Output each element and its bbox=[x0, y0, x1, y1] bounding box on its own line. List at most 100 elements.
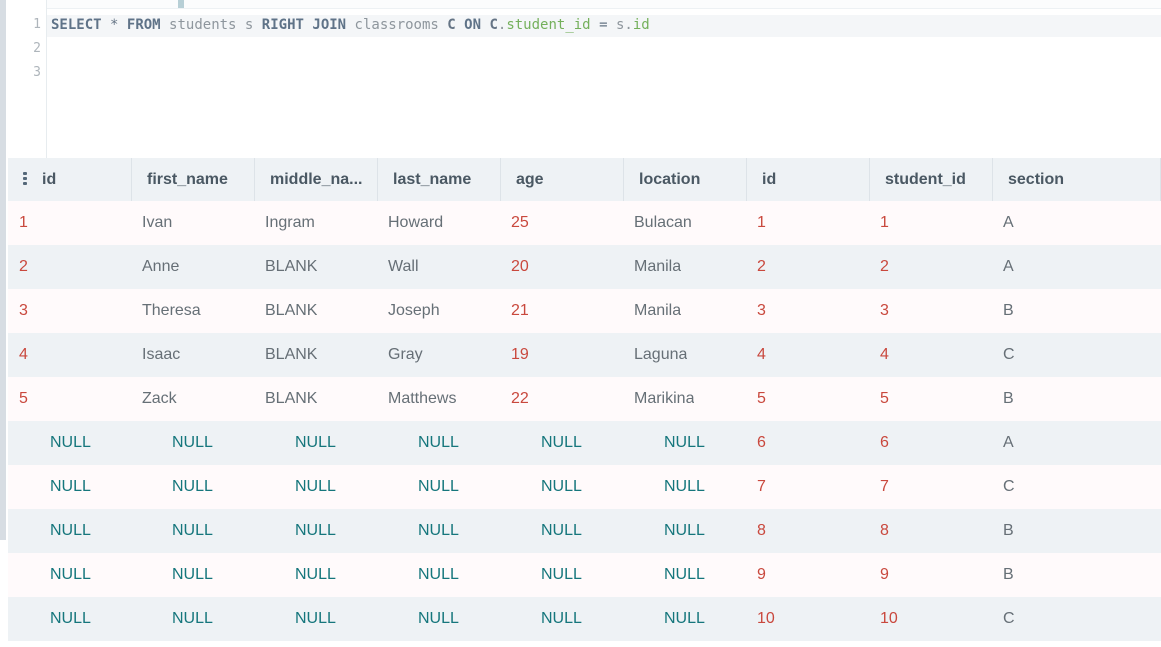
table-cell[interactable]: A bbox=[1003, 245, 1014, 289]
table-cell[interactable]: NULL bbox=[172, 509, 213, 553]
table-cell[interactable]: 9 bbox=[757, 553, 766, 597]
table-cell[interactable]: 4 bbox=[757, 333, 766, 377]
table-cell[interactable]: NULL bbox=[295, 597, 336, 641]
table-cell[interactable]: NULL bbox=[418, 465, 459, 509]
table-cell[interactable]: Laguna bbox=[634, 333, 687, 377]
table-cell[interactable]: NULL bbox=[541, 465, 582, 509]
table-cell[interactable]: B bbox=[1003, 553, 1014, 597]
table-row[interactable]: 1 Ivan Ingram Howard 25 Bulacan 1 1 A bbox=[8, 201, 1161, 245]
table-cell[interactable]: C bbox=[1003, 597, 1015, 641]
column-header-last_name[interactable]: last_name bbox=[378, 158, 501, 201]
table-cell[interactable]: Ingram bbox=[265, 201, 315, 245]
table-cell[interactable]: NULL bbox=[295, 421, 336, 465]
table-cell[interactable]: BLANK bbox=[265, 377, 317, 421]
table-cell[interactable]: 8 bbox=[880, 509, 889, 553]
table-cell[interactable]: NULL bbox=[172, 597, 213, 641]
table-cell[interactable]: Manila bbox=[634, 289, 681, 333]
table-cell[interactable]: C bbox=[1003, 333, 1015, 377]
table-cell[interactable]: NULL bbox=[664, 421, 705, 465]
table-cell[interactable]: 25 bbox=[511, 201, 529, 245]
table-cell[interactable]: 22 bbox=[511, 377, 529, 421]
table-row[interactable]: NULL NULL NULL NULL NULL NULL 10 10 C bbox=[8, 597, 1161, 641]
table-cell[interactable]: NULL bbox=[418, 421, 459, 465]
table-cell[interactable]: 1 bbox=[880, 201, 889, 245]
table-cell[interactable]: 20 bbox=[511, 245, 529, 289]
table-cell[interactable]: NULL bbox=[664, 553, 705, 597]
table-row[interactable]: 2 Anne BLANK Wall 20 Manila 2 2 A bbox=[8, 245, 1161, 289]
table-cell[interactable]: 21 bbox=[511, 289, 529, 333]
table-cell[interactable]: NULL bbox=[295, 465, 336, 509]
table-cell[interactable]: NULL bbox=[50, 509, 91, 553]
table-cell[interactable]: 5 bbox=[880, 377, 889, 421]
table-cell[interactable]: 2 bbox=[19, 245, 28, 289]
table-cell[interactable]: B bbox=[1003, 289, 1014, 333]
column-header-section[interactable]: section bbox=[993, 158, 1161, 201]
table-cell[interactable]: 6 bbox=[880, 421, 889, 465]
column-header-location[interactable]: location bbox=[624, 158, 747, 201]
table-row[interactable]: NULL NULL NULL NULL NULL NULL 7 7 C bbox=[8, 465, 1161, 509]
table-cell[interactable]: Wall bbox=[388, 245, 419, 289]
column-header-middle_na[interactable]: middle_na... bbox=[255, 158, 378, 201]
table-cell[interactable]: NULL bbox=[418, 509, 459, 553]
table-cell[interactable]: Theresa bbox=[142, 289, 201, 333]
table-cell[interactable]: NULL bbox=[295, 553, 336, 597]
table-cell[interactable]: 5 bbox=[19, 377, 28, 421]
table-cell[interactable]: 2 bbox=[757, 245, 766, 289]
table-cell[interactable]: 4 bbox=[19, 333, 28, 377]
column-header-id[interactable]: id bbox=[17, 158, 132, 201]
table-cell[interactable]: BLANK bbox=[265, 333, 317, 377]
table-cell[interactable]: Ivan bbox=[142, 201, 172, 245]
table-cell[interactable]: 1 bbox=[19, 201, 28, 245]
table-cell[interactable]: Howard bbox=[388, 201, 443, 245]
table-cell[interactable]: 7 bbox=[880, 465, 889, 509]
table-cell[interactable]: NULL bbox=[664, 597, 705, 641]
table-cell[interactable]: NULL bbox=[418, 553, 459, 597]
table-cell[interactable]: 4 bbox=[880, 333, 889, 377]
table-cell[interactable]: Anne bbox=[142, 245, 179, 289]
table-cell[interactable]: Matthews bbox=[388, 377, 456, 421]
column-header-first_name[interactable]: first_name bbox=[132, 158, 255, 201]
table-cell[interactable]: B bbox=[1003, 377, 1014, 421]
table-cell[interactable]: NULL bbox=[172, 421, 213, 465]
sql-editor[interactable]: 1 2 3 SELECT * FROM students s RIGHT JOI… bbox=[8, 0, 1161, 158]
table-cell[interactable]: 10 bbox=[757, 597, 775, 641]
table-cell[interactable]: NULL bbox=[541, 509, 582, 553]
table-cell[interactable]: Zack bbox=[142, 377, 177, 421]
table-cell[interactable]: 8 bbox=[757, 509, 766, 553]
table-cell[interactable]: NULL bbox=[172, 553, 213, 597]
table-cell[interactable]: 19 bbox=[511, 333, 529, 377]
table-cell[interactable]: NULL bbox=[664, 509, 705, 553]
table-cell[interactable]: BLANK bbox=[265, 245, 317, 289]
table-row[interactable]: NULL NULL NULL NULL NULL NULL 8 8 B bbox=[8, 509, 1161, 553]
table-cell[interactable]: BLANK bbox=[265, 289, 317, 333]
table-cell[interactable]: NULL bbox=[418, 597, 459, 641]
table-cell[interactable]: NULL bbox=[50, 597, 91, 641]
table-cell[interactable]: 1 bbox=[757, 201, 766, 245]
column-header-id[interactable]: id bbox=[747, 158, 870, 201]
column-header-age[interactable]: age bbox=[501, 158, 624, 201]
table-cell[interactable]: Marikina bbox=[634, 377, 694, 421]
table-row[interactable]: 5 Zack BLANK Matthews 22 Marikina 5 5 B bbox=[8, 377, 1161, 421]
table-cell[interactable]: 2 bbox=[880, 245, 889, 289]
table-cell[interactable]: NULL bbox=[295, 509, 336, 553]
table-row[interactable]: 4 Isaac BLANK Gray 19 Laguna 4 4 C bbox=[8, 333, 1161, 377]
table-cell[interactable]: NULL bbox=[541, 421, 582, 465]
table-cell[interactable]: 5 bbox=[757, 377, 766, 421]
table-cell[interactable]: 3 bbox=[880, 289, 889, 333]
table-cell[interactable]: C bbox=[1003, 465, 1015, 509]
table-cell[interactable]: NULL bbox=[664, 465, 705, 509]
table-row[interactable]: 3 Theresa BLANK Joseph 21 Manila 3 3 B bbox=[8, 289, 1161, 333]
table-cell[interactable]: A bbox=[1003, 201, 1014, 245]
table-row[interactable]: NULL NULL NULL NULL NULL NULL 9 9 B bbox=[8, 553, 1161, 597]
table-cell[interactable]: NULL bbox=[541, 553, 582, 597]
table-cell[interactable]: Bulacan bbox=[634, 201, 692, 245]
sql-query-line[interactable]: SELECT * FROM students s RIGHT JOIN clas… bbox=[51, 17, 650, 35]
table-cell[interactable]: NULL bbox=[50, 465, 91, 509]
table-cell[interactable]: A bbox=[1003, 421, 1014, 465]
table-cell[interactable]: Isaac bbox=[142, 333, 180, 377]
table-cell[interactable]: 7 bbox=[757, 465, 766, 509]
table-cell[interactable]: Gray bbox=[388, 333, 423, 377]
table-cell[interactable]: 9 bbox=[880, 553, 889, 597]
table-cell[interactable]: Joseph bbox=[388, 289, 440, 333]
table-cell[interactable]: NULL bbox=[50, 421, 91, 465]
